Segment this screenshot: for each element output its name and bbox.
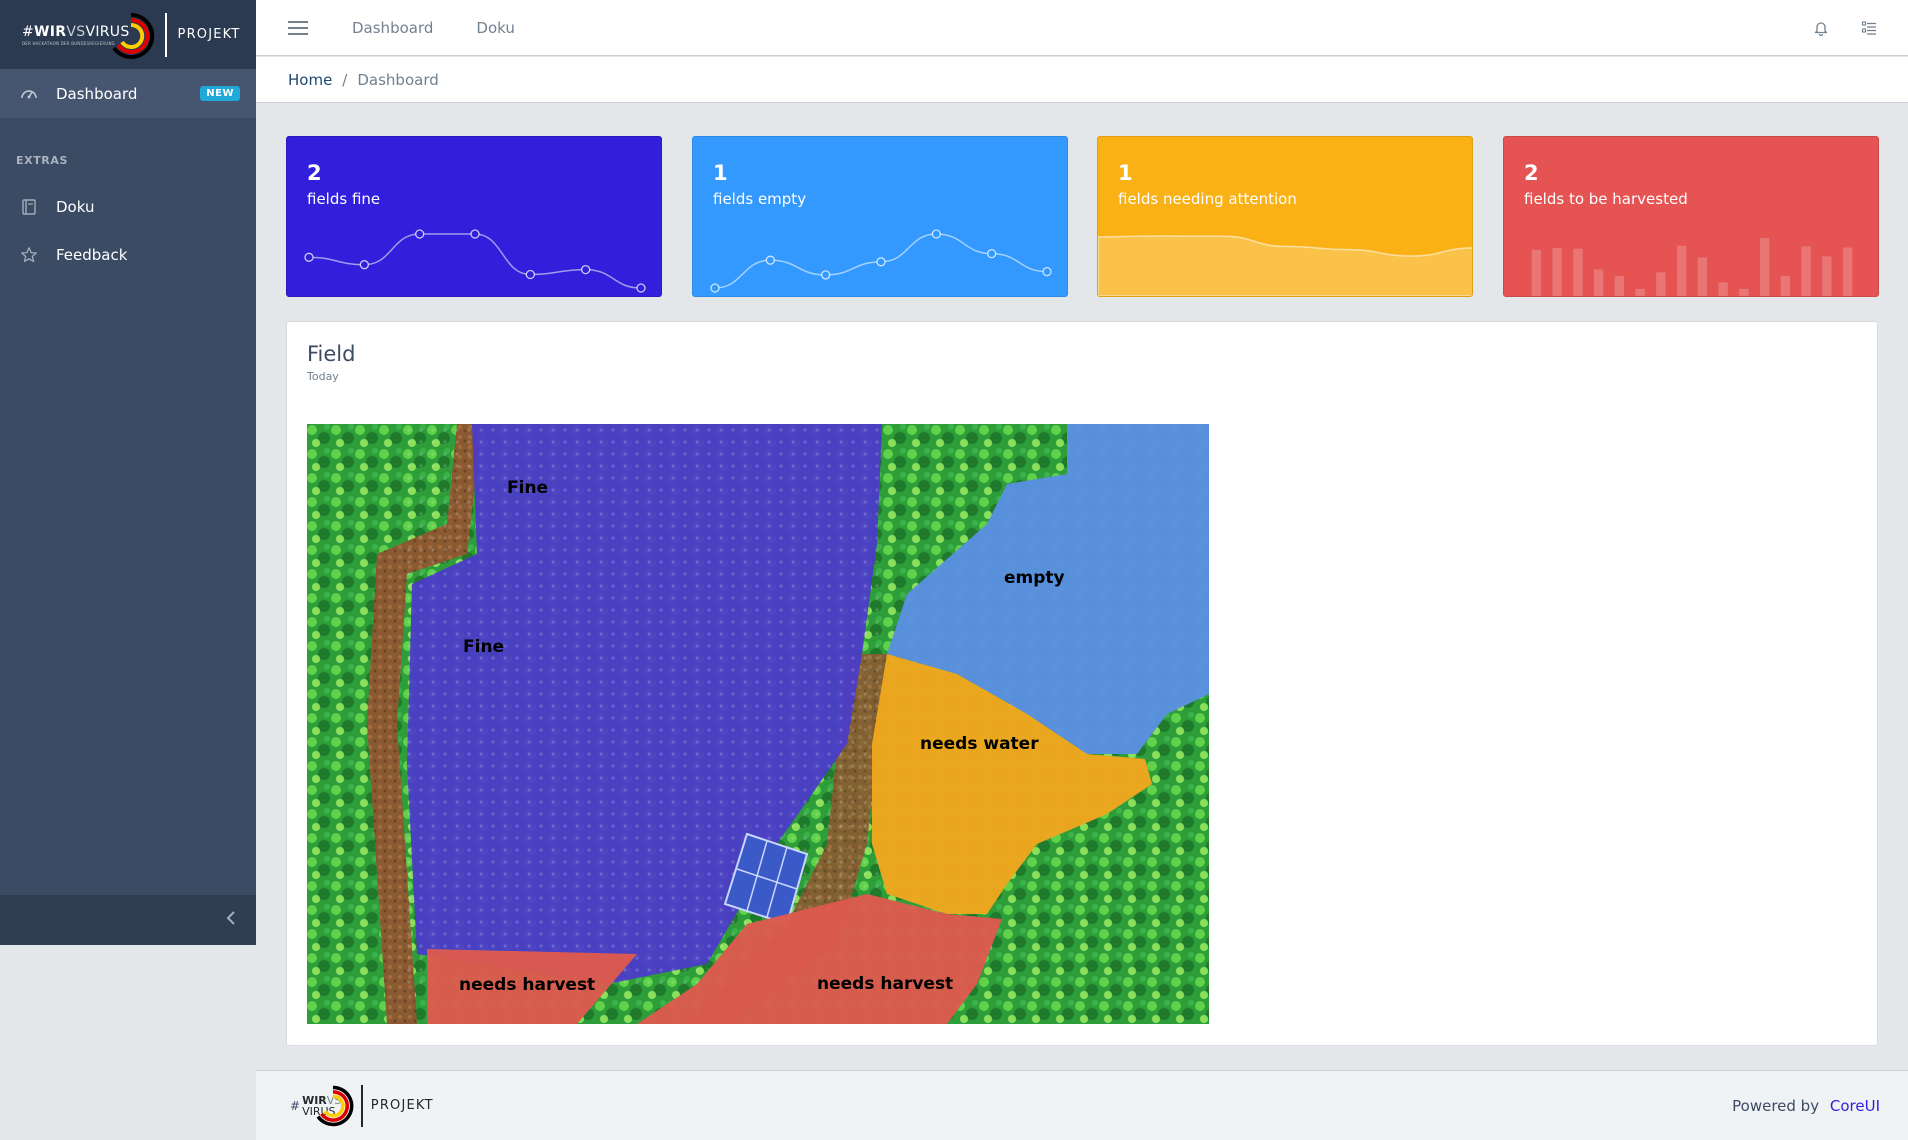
brand-logo[interactable]: #WIRVSVIRUS DER HACKATHON DER BUNDESREGI…	[0, 0, 256, 69]
sidebar: #WIRVSVIRUS DER HACKATHON DER BUNDESREGI…	[0, 0, 256, 945]
sparkline-point	[710, 283, 720, 293]
field-card: Field Today Fine Fine empty needs water …	[286, 321, 1878, 1046]
zone-label-empty: empty	[1004, 568, 1065, 588]
brand-projekt: PROJEKT	[177, 27, 241, 42]
footer: # WIRVS VIRUS PROJEKT Powered by CoreUI	[256, 1070, 1908, 1140]
footer-logo[interactable]: # WIRVS VIRUS PROJEKT	[290, 1081, 434, 1131]
stat-value: 1	[1118, 161, 1133, 185]
stat-value: 2	[1524, 161, 1539, 185]
sparkline-bar	[1801, 246, 1811, 296]
sidebar-item-dashboard[interactable]: Dashboard NEW	[0, 69, 256, 118]
field-aerial-map[interactable]: Fine Fine empty needs water needs harves…	[307, 424, 1209, 1024]
sparkline-point	[470, 229, 480, 239]
sidebar-minimizer-button[interactable]	[0, 895, 256, 945]
sparkline-point	[525, 269, 535, 280]
sparkline-bar	[1739, 288, 1749, 296]
sparkline-bar	[1822, 256, 1832, 296]
stat-value: 2	[307, 161, 322, 185]
stat-label: fields empty	[713, 190, 807, 208]
sparkline-bar	[1697, 257, 1708, 296]
sparkline-bar	[1842, 247, 1853, 296]
wirvsvirus-logo: #WIRVSVIRUS DER HACKATHON DER BUNDESREGI…	[22, 9, 156, 61]
sparkline-line	[308, 233, 642, 289]
sparkline-point	[821, 270, 831, 280]
sparkline-area	[1098, 235, 1472, 296]
header-nav-doku[interactable]: Doku	[476, 19, 514, 37]
sparkline-bar	[1635, 288, 1645, 296]
breadcrumb-home[interactable]: Home	[288, 71, 332, 89]
field-subtitle: Today	[307, 370, 339, 383]
sparkline-bar	[1614, 275, 1625, 296]
stat-value: 1	[713, 161, 728, 185]
sparkline-bar	[1656, 272, 1666, 296]
breadcrumb-current: Dashboard	[357, 70, 439, 89]
brand-separator	[164, 12, 167, 57]
sparkline-bar	[1759, 238, 1770, 296]
sparkline-point	[581, 264, 591, 275]
breadcrumb-separator: /	[342, 70, 348, 89]
sidebar-item-label: Feedback	[56, 246, 128, 264]
footer-powered-by: Powered by CoreUI	[1732, 1097, 1880, 1115]
brand-ring-icon	[316, 1085, 354, 1126]
stat-label: fields fine	[307, 190, 381, 208]
list-icon[interactable]	[1860, 19, 1878, 37]
sparkline-point	[987, 248, 997, 259]
book-icon	[20, 198, 38, 216]
coreui-link[interactable]: CoreUI	[1830, 1097, 1880, 1115]
sparkline-bar	[1531, 249, 1542, 296]
footer-logo-separator	[361, 1084, 363, 1127]
sidebar-item-doku[interactable]: Doku	[0, 183, 256, 231]
new-badge: NEW	[200, 86, 240, 101]
powered-by-text: Powered by	[1732, 1096, 1820, 1115]
sparkline-bar	[1573, 248, 1583, 296]
sparkline-bar	[1552, 248, 1562, 296]
stat-card-fields-fine: 2 fields fine	[286, 136, 662, 297]
stat-card-fields-empty: 1 fields empty	[692, 136, 1068, 297]
stat-sparkline-chart	[710, 229, 1052, 293]
stat-card-fields-to-be-harvested: 2 fields to be harvested	[1503, 136, 1879, 297]
stat-label: fields to be harvested	[1524, 190, 1688, 208]
sidebar-item-label: Doku	[56, 198, 95, 216]
zone-label-needs-water: needs water	[920, 734, 1039, 754]
sparkline-point	[876, 257, 886, 267]
sparkline-bar	[1676, 245, 1687, 296]
bell-icon[interactable]	[1812, 19, 1830, 37]
zone-label-fine-2: Fine	[463, 637, 505, 657]
brand-ring-icon	[111, 12, 154, 59]
hamburger-menu-icon[interactable]	[288, 17, 308, 39]
zone-label-needs-harvest-2: needs harvest	[817, 974, 954, 994]
field-map-image	[307, 424, 1209, 1024]
stat-bar-chart	[1531, 238, 1853, 296]
breadcrumb: Home / Dashboard	[256, 57, 1908, 103]
chevron-left-icon	[226, 910, 236, 931]
stat-sparkline-chart	[304, 229, 646, 293]
sidebar-item-feedback[interactable]: Feedback	[0, 231, 256, 279]
sparkline-bar	[1718, 282, 1728, 296]
stat-label: fields needing attention	[1118, 190, 1297, 208]
sparkline-point	[931, 229, 941, 239]
top-header: Dashboard Doku	[256, 0, 1908, 56]
zone-label-needs-harvest-1: needs harvest	[459, 975, 596, 995]
sparkline-point	[1042, 266, 1052, 277]
stat-card-fields-needing-attention: 1 fields needing attention	[1097, 136, 1473, 297]
footer-projekt: PROJEKT	[370, 1098, 434, 1113]
sparkline-point	[636, 283, 646, 293]
sparkline-point	[359, 260, 369, 270]
field-title: Field	[307, 342, 356, 366]
sparkline-point	[304, 252, 314, 262]
sidebar-section-title: EXTRAS	[16, 154, 69, 167]
star-icon	[20, 246, 38, 264]
zone-label-fine-1: Fine	[507, 478, 549, 498]
header-nav-dashboard[interactable]: Dashboard	[352, 19, 433, 37]
sparkline-bar	[1780, 275, 1791, 296]
sidebar-item-label: Dashboard	[56, 84, 138, 103]
speedometer-icon	[20, 85, 38, 103]
sparkline-point	[765, 255, 775, 265]
stat-area-chart	[1098, 235, 1472, 296]
sparkline-point	[415, 229, 425, 239]
sparkline-bar	[1593, 269, 1604, 296]
